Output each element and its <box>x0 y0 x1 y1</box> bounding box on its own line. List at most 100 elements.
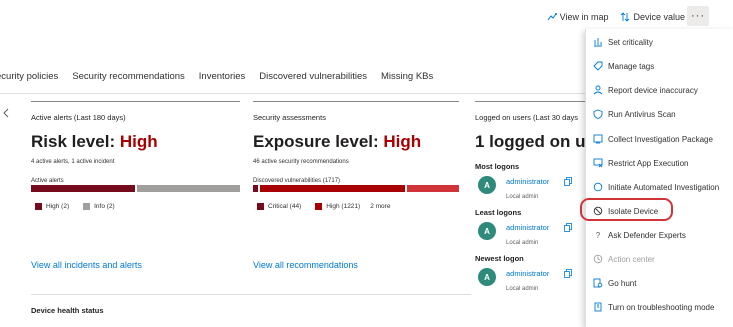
tab-missing-kbs[interactable]: Missing KBs <box>381 71 433 82</box>
menu-item-restrict-app-execution[interactable]: Restrict App Execution <box>586 153 733 173</box>
user-role-most: Local admin <box>506 194 539 200</box>
tab-discovered-vulnerabilities[interactable]: Discovered vulnerabilities <box>259 71 367 82</box>
vuln-bar-critical-segment <box>253 185 259 192</box>
copy-icon[interactable] <box>564 269 573 278</box>
alerts-bar-high-segment <box>31 185 135 192</box>
tab-security-recommendations[interactable]: Security recommendations <box>72 71 184 82</box>
view-in-map-button[interactable]: View in map <box>547 12 609 22</box>
vuln-bar-other-segment <box>406 185 459 192</box>
menu-item-label: Restrict App Execution <box>608 158 689 168</box>
alerts-bar-info-segment <box>136 185 240 192</box>
legend-high-label: High (1221) <box>326 203 361 210</box>
menu-item-action-center: Action center <box>586 249 733 269</box>
menu-item-manage-tags[interactable]: Manage tags <box>586 56 733 76</box>
alerts-card-title: Active alerts (Last 180 days) <box>31 113 126 122</box>
risk-level-value: High <box>119 132 158 151</box>
hunt-icon <box>593 278 603 288</box>
copy-icon[interactable] <box>564 177 573 186</box>
map-icon <box>547 13 557 21</box>
most-logons-label: Most logons <box>475 162 520 171</box>
restrict-icon <box>593 158 603 168</box>
vulnerabilities-bar <box>253 185 459 192</box>
exposure-level-value: High <box>383 132 422 151</box>
tabs-divider <box>0 93 585 94</box>
tab-inventories[interactable]: Inventories <box>199 71 245 82</box>
menu-item-label: Go hunt <box>608 278 637 288</box>
view-all-recommendations-link[interactable]: View all recommendations <box>253 260 358 270</box>
assessments-card-divider <box>253 101 459 102</box>
least-logons-label: Least logons <box>475 208 522 217</box>
troubleshoot-icon <box>593 302 603 312</box>
user-link-least[interactable]: administrator <box>506 223 549 232</box>
device-value-button[interactable]: Device value <box>620 12 685 22</box>
menu-item-label: Collect Investigation Package <box>608 134 713 144</box>
avatar: A <box>478 222 496 240</box>
device-toolbar: View in map Device value <box>547 8 685 26</box>
investigation-icon <box>593 182 603 192</box>
chevron-left-icon[interactable] <box>2 108 10 118</box>
user-link-most[interactable]: administrator <box>506 177 549 186</box>
vuln-bar-high-segment <box>260 185 405 192</box>
menu-item-go-hunt[interactable]: Go hunt <box>586 273 733 293</box>
legend-info-swatch <box>83 203 91 210</box>
menu-item-label: Initiate Automated Investigation <box>608 182 720 192</box>
more-actions-menu: Set criticality Manage tags Report devic… <box>585 29 733 327</box>
logged-on-count: 1 logged on us <box>475 132 595 151</box>
menu-item-label: Manage tags <box>608 61 655 71</box>
report-icon <box>593 85 603 95</box>
legend-critical-swatch <box>257 203 264 210</box>
legend-critical-label: Critical (44) <box>268 203 302 210</box>
user-role-newest: Local admin <box>506 286 539 292</box>
action-center-icon <box>593 254 603 264</box>
logon-card-divider <box>475 101 585 102</box>
sort-arrows-icon <box>621 12 630 22</box>
device-value-label: Device value <box>633 12 685 22</box>
view-all-incidents-link[interactable]: View all incidents and alerts <box>31 260 142 270</box>
menu-item-report-inaccuracy[interactable]: Report device inaccuracy <box>586 80 733 100</box>
question-icon: ? <box>595 230 601 240</box>
recommendations-summary: 46 active security recommendations <box>253 159 349 165</box>
menu-item-label: Turn on troubleshooting mode <box>608 302 715 312</box>
menu-item-ask-defender-experts[interactable]: ? Ask Defender Experts <box>586 225 733 245</box>
logon-card-title: Logged on users (Last 30 days <box>475 113 578 122</box>
avatar: A <box>478 268 496 286</box>
alerts-card-divider <box>31 101 240 102</box>
health-divider <box>31 294 471 295</box>
legend-high-label: High (2) <box>46 203 70 210</box>
menu-item-run-antivirus-scan[interactable]: Run Antivirus Scan <box>586 104 733 124</box>
shield-icon <box>593 109 603 119</box>
avatar: A <box>478 176 496 194</box>
more-actions-button[interactable]: ··· <box>687 6 709 26</box>
copy-icon[interactable] <box>564 223 573 232</box>
isolate-device-highlight <box>580 198 673 221</box>
risk-level: Risk level: High <box>31 132 158 152</box>
menu-item-label: Action center <box>608 254 655 264</box>
alerts-bar-label: Active alerts <box>31 178 64 184</box>
menu-item-collect-investigation-package[interactable]: Collect Investigation Package <box>586 129 733 149</box>
menu-item-initiate-automated-investigation[interactable]: Initiate Automated Investigation <box>586 177 733 197</box>
assessments-card-title: Security assessments <box>253 113 326 122</box>
criticality-icon <box>593 37 603 47</box>
menu-item-label: Run Antivirus Scan <box>608 109 676 119</box>
exposure-level-prefix: Exposure level: <box>253 132 384 151</box>
vulnerabilities-bar-label: Discovered vulnerabilities (1717) <box>253 178 341 184</box>
vulnerabilities-legend: Critical (44) High (1221) 2 more <box>257 203 390 210</box>
user-link-newest[interactable]: administrator <box>506 269 549 278</box>
tab-security-policies[interactable]: ecurity policies <box>0 71 58 82</box>
exposure-level: Exposure level: High <box>253 132 421 152</box>
alerts-summary: 4 active alerts, 1 active incident <box>31 159 115 165</box>
device-tabs: ecurity policies Security recommendation… <box>0 71 447 82</box>
menu-item-set-criticality[interactable]: Set criticality <box>586 32 733 52</box>
view-in-map-label: View in map <box>559 12 609 22</box>
menu-item-troubleshooting-mode[interactable]: Turn on troubleshooting mode <box>586 297 733 317</box>
tag-icon <box>593 61 603 71</box>
device-health-title: Device health status <box>31 306 104 315</box>
user-role-least: Local admin <box>506 240 539 246</box>
legend-high-swatch <box>35 203 42 210</box>
menu-item-label: Set criticality <box>608 37 653 47</box>
menu-item-label: Ask Defender Experts <box>608 230 686 240</box>
legend-more-link[interactable]: 2 more <box>370 203 390 210</box>
legend-high-swatch <box>315 203 323 210</box>
package-icon <box>593 134 603 144</box>
alerts-legend: High (2) Info (2) <box>35 203 115 210</box>
